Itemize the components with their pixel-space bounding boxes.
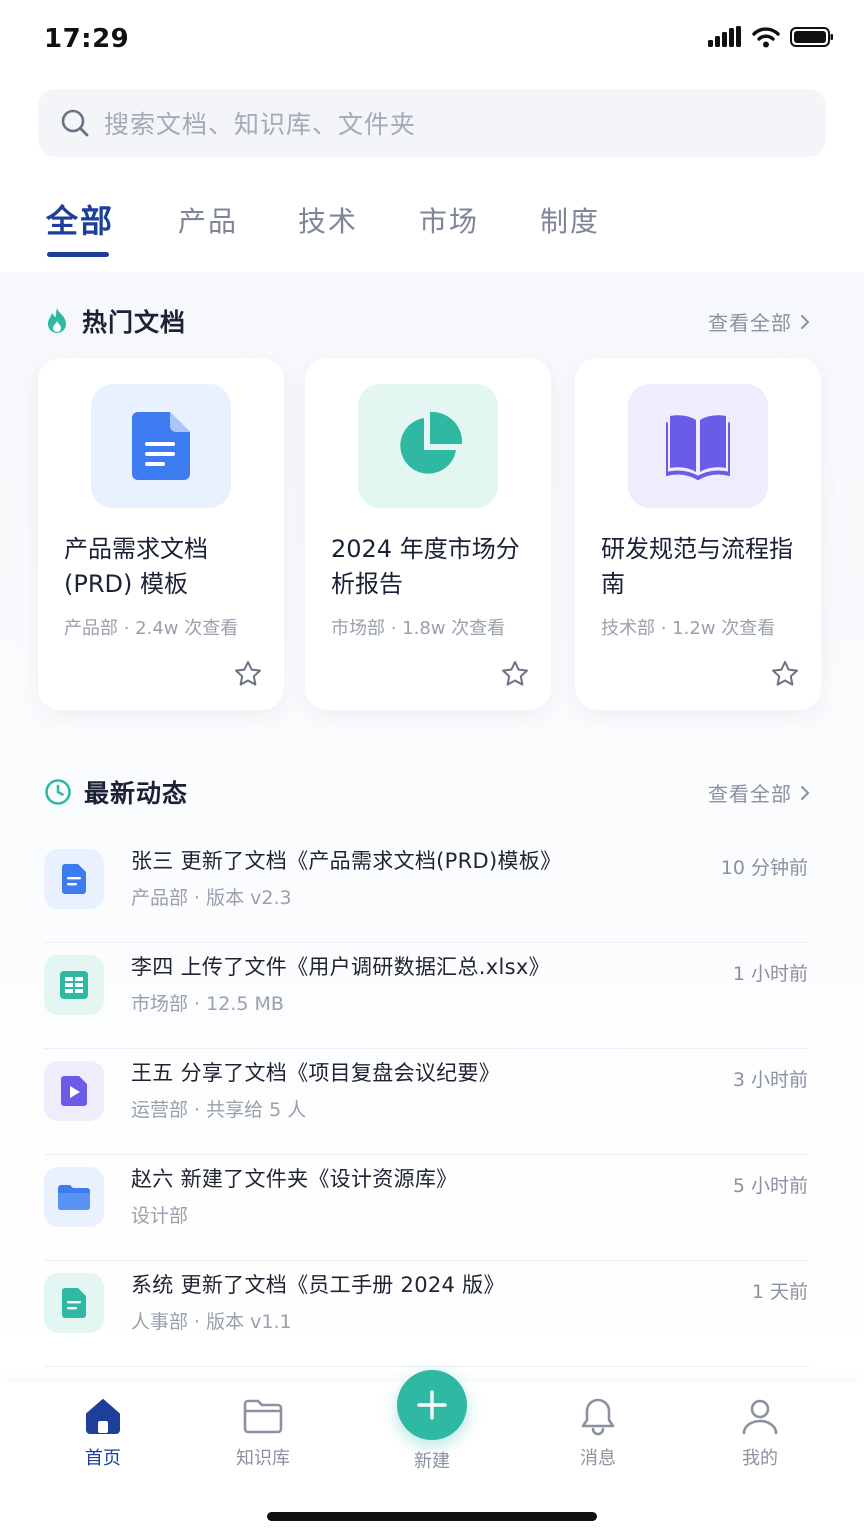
activity-title: 赵六 新建了文件夹《设计资源库》 <box>131 1167 458 1191</box>
tab-product[interactable]: 产品 <box>178 200 238 240</box>
card-meta: 产品部 · 2.4w 次查看 <box>64 618 239 639</box>
nav-messages[interactable]: 消息 <box>538 1396 658 1470</box>
user-icon <box>742 1399 778 1435</box>
document-icon <box>132 412 190 480</box>
document-icon <box>62 864 86 894</box>
nav-home-label: 首页 <box>85 1448 121 1469</box>
activity-icon-box <box>44 955 104 1015</box>
hot-docs-view-all-label: 查看全部 <box>708 311 792 335</box>
folder-outline-icon <box>243 1399 283 1434</box>
hot-doc-card-dev-guide[interactable]: 研发规范与流程指南 技术部 · 1.2w 次查看 <box>575 358 821 710</box>
activity-subtitle: 人事部 · 版本 v1.1 <box>131 1311 292 1333</box>
star-icon[interactable] <box>234 660 262 688</box>
activity-subtitle: 设计部 <box>131 1205 189 1227</box>
list-item[interactable]: 张三 更新了文档《产品需求文档(PRD)模板》 产品部 · 版本 v2.3 10… <box>44 837 810 943</box>
category-tabs: 全部 产品 技术 市场 制度 <box>0 190 864 272</box>
nav-library-label: 知识库 <box>236 1448 290 1469</box>
cellular-signal-icon <box>708 26 741 47</box>
tab-all[interactable]: 全部 <box>46 196 114 242</box>
star-icon[interactable] <box>771 660 799 688</box>
hot-docs-header: 热门文档 查看全部 <box>44 301 820 341</box>
star-icon[interactable] <box>501 660 529 688</box>
list-item[interactable]: 赵六 新建了文件夹《设计资源库》 设计部 5 小时前 <box>44 1155 810 1261</box>
card-title: 产品需求文档 (PRD) 模板 <box>64 535 208 598</box>
recent-activity-title: 最新动态 <box>84 779 189 808</box>
nav-me[interactable]: 我的 <box>700 1396 820 1470</box>
card-icon-box <box>91 384 231 508</box>
pie-chart-icon <box>400 412 462 474</box>
home-indicator <box>267 1512 597 1521</box>
clock-icon <box>45 779 71 805</box>
activity-time: 3 小时前 <box>732 1069 808 1091</box>
hot-docs-title: 热门文档 <box>82 308 187 337</box>
activity-subtitle: 产品部 · 版本 v2.3 <box>131 887 292 909</box>
status-bar: 17:29 <box>0 0 864 80</box>
activity-title: 系统 更新了文档《员工手册 2024 版》 <box>131 1273 505 1297</box>
nav-me-label: 我的 <box>742 1448 778 1469</box>
search-input[interactable]: 搜索文档、知识库、文件夹 <box>38 89 826 157</box>
list-item[interactable]: 李四 上传了文件《用户调研数据汇总.xlsx》 市场部 · 12.5 MB 1 … <box>44 943 810 1049</box>
card-title: 研发规范与流程指南 <box>601 535 793 598</box>
nav-messages-label: 消息 <box>580 1448 616 1469</box>
recent-view-all-label: 查看全部 <box>708 782 792 806</box>
hot-doc-card-market-report[interactable]: 2024 年度市场分析报告 市场部 · 1.8w 次查看 <box>305 358 551 710</box>
nav-home[interactable]: 首页 <box>43 1396 163 1470</box>
tab-market[interactable]: 市场 <box>419 200 479 240</box>
recent-activity-header: 最新动态 查看全部 <box>44 772 820 812</box>
activity-title: 李四 上传了文件《用户调研数据汇总.xlsx》 <box>131 955 550 979</box>
activity-time: 1 天前 <box>751 1281 808 1303</box>
list-item[interactable]: 王五 分享了文档《项目复盘会议纪要》 运营部 · 共享给 5 人 3 小时前 <box>44 1049 810 1155</box>
tab-policy[interactable]: 制度 <box>540 200 600 240</box>
activity-icon-box <box>44 1273 104 1333</box>
app-screen: 17:29 搜索文档、知识库、文件夹 全部 产品 技术 市场 制度 热门文档 查… <box>0 0 864 1536</box>
chevron-right-icon <box>801 785 810 800</box>
activity-subtitle: 运营部 · 共享给 5 人 <box>131 1099 307 1121</box>
spreadsheet-icon <box>60 971 88 999</box>
chevron-right-icon <box>801 314 810 329</box>
nav-library[interactable]: 知识库 <box>203 1396 323 1470</box>
activity-icon-box <box>44 1167 104 1227</box>
status-icons <box>708 26 834 48</box>
plus-icon <box>417 1390 447 1420</box>
search-placeholder: 搜索文档、知识库、文件夹 <box>104 110 417 139</box>
wifi-icon <box>752 27 780 48</box>
card-title: 2024 年度市场分析报告 <box>331 535 520 598</box>
card-icon-box <box>358 384 498 508</box>
card-meta: 技术部 · 1.2w 次查看 <box>601 618 776 639</box>
activity-title: 张三 更新了文档《产品需求文档(PRD)模板》 <box>131 849 562 873</box>
card-icon-box <box>628 384 768 508</box>
activity-title: 王五 分享了文档《项目复盘会议纪要》 <box>131 1061 501 1085</box>
hot-doc-card-prd[interactable]: 产品需求文档 (PRD) 模板 产品部 · 2.4w 次查看 <box>38 358 284 710</box>
create-button[interactable] <box>397 1370 467 1440</box>
status-time: 17:29 <box>44 24 130 54</box>
activity-time: 1 小时前 <box>732 963 808 985</box>
tab-tech[interactable]: 技术 <box>298 200 358 240</box>
book-icon <box>666 415 730 480</box>
video-file-icon <box>61 1076 87 1106</box>
activity-icon-box <box>44 849 104 909</box>
recent-view-all[interactable]: 查看全部 <box>708 778 810 807</box>
search-icon <box>61 109 89 137</box>
create-button-label: 新建 <box>414 1451 450 1472</box>
activity-icon-box <box>44 1061 104 1121</box>
battery-icon <box>790 27 833 47</box>
document-icon <box>62 1288 86 1318</box>
active-tab-indicator <box>47 252 109 257</box>
activity-time: 5 小时前 <box>732 1175 808 1197</box>
hot-docs-view-all[interactable]: 查看全部 <box>708 307 810 336</box>
fire-icon <box>48 308 66 333</box>
card-meta: 市场部 · 1.8w 次查看 <box>331 618 506 639</box>
activity-subtitle: 市场部 · 12.5 MB <box>131 993 284 1015</box>
home-icon <box>86 1399 120 1434</box>
list-item[interactable]: 系统 更新了文档《员工手册 2024 版》 人事部 · 版本 v1.1 1 天前 <box>44 1261 810 1367</box>
bell-icon <box>581 1398 615 1436</box>
activity-time: 10 分钟前 <box>720 857 808 879</box>
divider <box>44 1366 810 1367</box>
folder-icon <box>58 1185 90 1210</box>
